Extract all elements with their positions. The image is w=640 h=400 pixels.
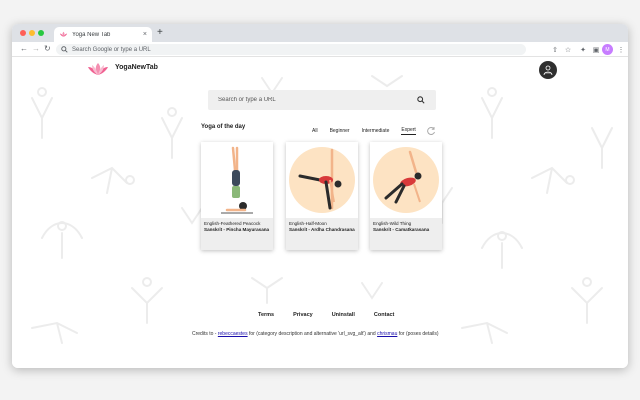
pose-card-info: English-Feathered Peacock Sanskrit - Pin… — [201, 218, 273, 250]
search-icon — [417, 96, 425, 104]
search-input[interactable] — [218, 97, 416, 103]
pose-card-info: English-Half-Moon Sanskrit - Ardha Chand… — [286, 218, 358, 250]
address-bar[interactable]: Search Google or type a URL — [56, 44, 526, 55]
browser-window: Yoga New Tab × + ← → ↻ Search Google or … — [12, 24, 628, 368]
filter-intermediate[interactable]: Intermediate — [362, 128, 390, 135]
browser-toolbar: ← → ↻ Search Google or type a URL ⇧ ☆ ✦ … — [12, 42, 628, 57]
tab-yoga-new-tab[interactable]: Yoga New Tab × — [54, 27, 152, 42]
credits-suffix: for (poses details) — [397, 331, 439, 337]
lotus-icon — [59, 31, 68, 37]
credits-text: Credits to - rebeccaestes for (category … — [192, 331, 439, 337]
credit-link-rebeccaestes[interactable]: rebeccaestes — [218, 331, 248, 337]
bookmark-star-icon[interactable]: ☆ — [563, 44, 573, 55]
filter-all[interactable]: All — [312, 128, 318, 135]
back-arrow-icon[interactable]: ← — [20, 44, 28, 54]
tab-strip: Yoga New Tab × + — [12, 24, 628, 42]
close-window-button[interactable] — [20, 30, 26, 36]
new-tab-button[interactable]: + — [157, 27, 163, 39]
search-box — [208, 90, 436, 110]
terms-link[interactable]: Terms — [258, 312, 274, 318]
privacy-link[interactable]: Privacy — [293, 312, 313, 318]
search-button[interactable] — [416, 95, 426, 105]
footer-links: Terms Privacy Uninstall Contact — [258, 312, 413, 318]
search-icon — [61, 46, 68, 53]
account-button[interactable] — [539, 61, 557, 79]
uninstall-link[interactable]: Uninstall — [332, 312, 355, 318]
brand-name: YogaNewTab — [115, 64, 158, 71]
pose-illustration-peacock — [221, 146, 253, 214]
pose-sanskrit-name: Sanskrit - Camatkarasana — [373, 227, 430, 232]
pose-card[interactable]: English-Feathered Peacock Sanskrit - Pin… — [201, 142, 273, 250]
difficulty-filters: All Beginner Intermediate Expert — [312, 126, 436, 136]
yoga-avatar-icon — [543, 65, 553, 76]
side-panel-icon[interactable]: ▣ — [591, 44, 601, 55]
pose-card[interactable]: English-Wild Thing Sanskrit - Camatkaras… — [370, 142, 442, 250]
refresh-icon[interactable] — [426, 126, 436, 136]
lotus-logo-icon — [88, 63, 108, 75]
address-bar-placeholder: Search Google or type a URL — [72, 46, 151, 53]
pose-card-info: English-Wild Thing Sanskrit - Camatkaras… — [370, 218, 442, 250]
pose-illustration-wild-thing — [373, 147, 439, 213]
pose-sanskrit-name: Sanskrit - Pincha Mayurasana — [204, 227, 270, 232]
pose-sanskrit-name: Sanskrit - Ardha Chandrasana — [289, 227, 355, 232]
maximize-window-button[interactable] — [38, 30, 44, 36]
reload-icon[interactable]: ↻ — [44, 44, 51, 54]
new-tab-page: YogaNewTab Yoga of the day All Beginner … — [12, 58, 628, 368]
forward-arrow-icon[interactable]: → — [32, 44, 40, 54]
filter-beginner[interactable]: Beginner — [330, 128, 350, 135]
pose-card[interactable]: English-Half-Moon Sanskrit - Ardha Chand… — [286, 142, 358, 250]
contact-link[interactable]: Contact — [374, 312, 394, 318]
extensions-puzzle-icon[interactable]: ✦ — [578, 44, 588, 55]
share-icon[interactable]: ⇧ — [550, 44, 560, 55]
tab-title: Yoga New Tab — [72, 31, 111, 38]
pose-illustration-half-moon — [289, 147, 355, 213]
credit-link-chrismau[interactable]: chrismau — [377, 331, 397, 337]
tab-close-icon[interactable]: × — [143, 31, 147, 38]
yoga-of-the-day-heading: Yoga of the day — [201, 124, 246, 130]
credits-middle: for (category description and alternativ… — [247, 331, 378, 337]
minimize-window-button[interactable] — [29, 30, 35, 36]
filter-expert[interactable]: Expert — [401, 127, 416, 135]
profile-avatar[interactable]: M — [602, 44, 613, 55]
kebab-menu-icon[interactable]: ⋮ — [616, 44, 626, 55]
credits-prefix: Credits to - — [192, 331, 218, 337]
